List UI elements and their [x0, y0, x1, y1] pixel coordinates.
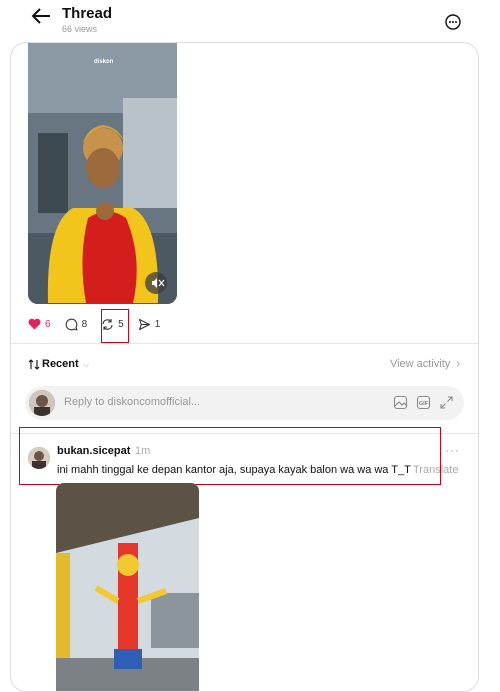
- more-options-icon[interactable]: [445, 14, 461, 30]
- avatar: [29, 390, 55, 416]
- page-title: Thread: [62, 5, 113, 22]
- comment-image[interactable]: [56, 483, 199, 691]
- view-activity-link[interactable]: View activity ›: [390, 358, 460, 370]
- svg-text:GIF: GIF: [419, 401, 429, 407]
- avatar-image: [29, 390, 55, 416]
- sort-arrows-icon: [28, 358, 40, 370]
- view-count: 66 views: [62, 24, 98, 34]
- sort-dropdown[interactable]: Recent ⌵: [28, 358, 90, 370]
- mute-button[interactable]: [145, 272, 167, 294]
- top-bar: Thread 66 views: [0, 0, 500, 42]
- view-activity-label: View activity: [389, 358, 451, 370]
- reply-input[interactable]: Reply to diskoncomofficial...: [64, 396, 200, 408]
- reply-attachments: GIF: [385, 395, 454, 410]
- comment-highlight-box: [19, 427, 441, 485]
- divider: [11, 343, 478, 344]
- back-arrow-icon[interactable]: [30, 6, 52, 26]
- repost-highlight-box: [101, 309, 129, 343]
- reply-input-bar[interactable]: Reply to diskoncomofficial... GIF: [25, 386, 464, 420]
- sort-label: Recent: [42, 358, 79, 370]
- thread-card: diskon 6 8 5 1 Recent ⌵ View activity ›: [10, 42, 479, 692]
- gif-icon[interactable]: GIF: [416, 395, 431, 410]
- chevron-down-icon: ⌵: [82, 358, 90, 369]
- share-count: 1: [154, 318, 161, 330]
- video-thumbnail: [28, 43, 177, 304]
- video-watermark: diskon: [94, 59, 114, 65]
- comment-button[interactable]: 8: [65, 318, 88, 331]
- share-button[interactable]: 1: [138, 318, 161, 331]
- comment-bubble-icon: [65, 318, 78, 331]
- comment-more-button[interactable]: ···: [445, 443, 460, 457]
- like-button[interactable]: 6: [28, 318, 51, 330]
- comment-photo: [56, 483, 199, 691]
- like-count: 6: [45, 318, 51, 330]
- heart-icon: [28, 318, 41, 330]
- send-icon: [138, 318, 150, 330]
- comment-count: 8: [81, 318, 88, 330]
- expand-icon[interactable]: [439, 395, 454, 410]
- post-video[interactable]: diskon: [28, 43, 177, 304]
- speaker-muted-icon: [152, 278, 165, 288]
- image-icon[interactable]: [393, 395, 408, 410]
- chevron-right-icon: ›: [456, 358, 460, 370]
